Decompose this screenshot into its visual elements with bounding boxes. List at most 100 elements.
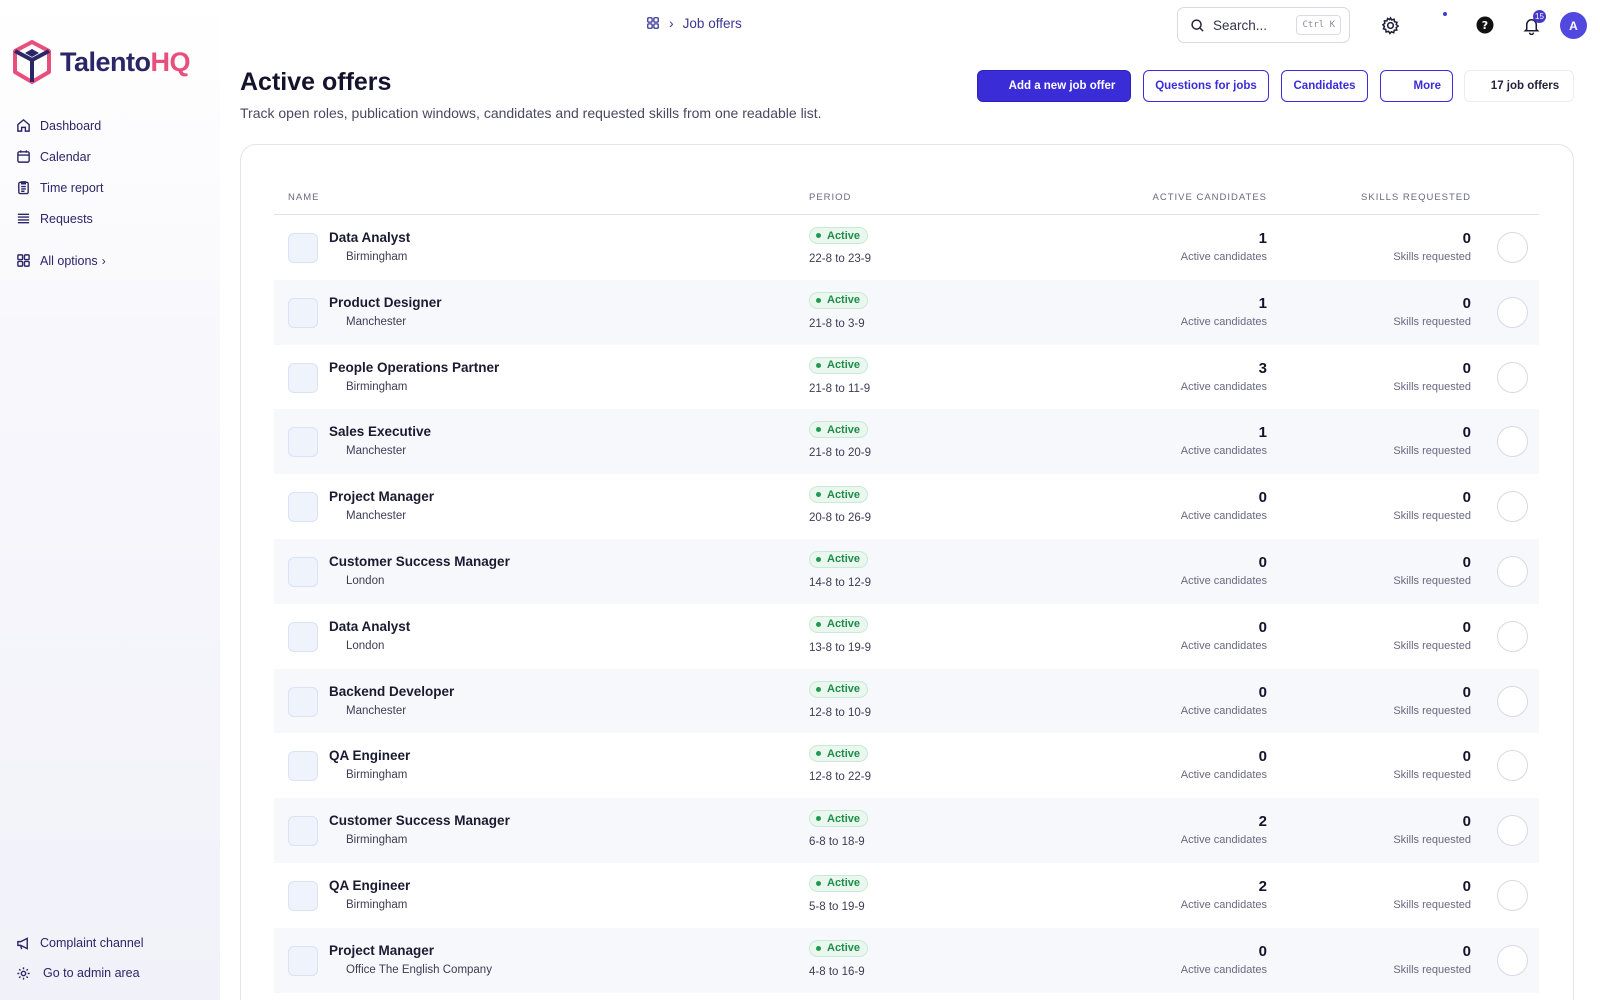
skills-requested-count: 0 [1462,942,1471,960]
job-title[interactable]: Sales Executive [329,424,431,439]
row-action-button[interactable] [1497,879,1528,911]
row-action-button[interactable] [1497,620,1528,652]
status-badge: Active [809,356,869,374]
sidebar-item-time-report[interactable]: Time report [16,172,106,203]
skills-requested-label: Skills requested [1393,574,1471,587]
status-label: Active [827,747,861,760]
help-button[interactable]: ? [1473,13,1497,37]
row-action-button[interactable] [1497,815,1528,847]
job-title[interactable]: Backend Developer [329,684,454,699]
job-title[interactable]: Data Analyst [329,230,410,245]
table-row[interactable]: Sales Executive Manchester Active 21-8 t… [274,409,1539,475]
job-title[interactable]: Project Manager [329,489,434,504]
status-dot-icon [816,945,821,951]
active-candidates-count: 0 [1258,748,1267,766]
job-location: Office The English Company [346,963,492,976]
row-action-button[interactable] [1497,944,1528,976]
skills-requested-count: 0 [1462,424,1471,442]
job-title[interactable]: QA Engineer [329,878,410,893]
sidebar-item-complaint-channel[interactable]: Complaint channel [16,928,144,958]
row-action-button[interactable] [1497,491,1528,523]
row-checkbox[interactable] [288,816,318,847]
job-offers-table-card: NAME PERIOD ACTIVE CANDIDATES SKILLS REQ… [240,144,1574,1000]
row-action-button[interactable] [1497,685,1528,717]
questions-for-jobs-button[interactable]: Questions for jobs [1143,70,1269,102]
job-title[interactable]: Data Analyst [329,619,410,634]
job-title[interactable]: People Operations Partner [329,360,499,375]
row-checkbox[interactable] [288,686,318,717]
table-row[interactable]: People Operations Partner Birmingham Act… [274,345,1539,410]
job-period: 6-8 to 18-9 [809,836,865,849]
sidebar-item-calendar[interactable]: Calendar [16,141,106,172]
row-checkbox[interactable] [288,556,318,587]
job-title[interactable]: Customer Success Manager [329,813,510,828]
chevron-right-icon: › [101,253,106,268]
status-label: Active [827,294,861,307]
candidates-button[interactable]: Candidates [1281,70,1368,102]
job-title[interactable]: Project Manager [329,943,434,958]
row-action-button[interactable] [1497,426,1528,458]
table-row[interactable]: QA Engineer Birmingham Active 5-8 to 19-… [274,863,1539,928]
status-dot-icon [816,816,821,822]
search-icon [1191,18,1204,32]
row-checkbox[interactable] [288,233,318,263]
job-title[interactable]: Product Designer [329,295,442,310]
table-row[interactable]: Project Manager Manchester Active 20-8 t… [274,474,1539,539]
row-action-button[interactable] [1497,361,1528,393]
sidebar-item-requests[interactable]: Requests [16,203,106,234]
row-checkbox[interactable] [288,621,318,652]
page-title: Active offers [240,68,392,96]
job-title[interactable]: Customer Success Manager [329,554,510,569]
more-button[interactable]: More [1380,70,1453,102]
breadcrumb-current[interactable]: Job offers [683,16,742,31]
job-title[interactable]: QA Engineer [329,748,410,763]
row-checkbox[interactable] [288,751,318,782]
status-dot-icon [816,297,821,303]
skills-requested-count: 0 [1462,489,1471,507]
add-job-offer-button[interactable]: Add a new job offer [977,70,1131,102]
column-header-name[interactable]: NAME [288,192,319,203]
sidebar-item-admin-area[interactable]: Go to admin area [16,958,144,988]
grid-icon[interactable] [646,16,660,30]
skills-requested-count: 0 [1462,877,1471,895]
column-header-skills-requested[interactable]: SKILLS REQUESTED [1361,192,1471,203]
job-location: Manchester [346,510,407,523]
skills-requested-label: Skills requested [1393,769,1471,782]
row-checkbox[interactable] [288,945,318,976]
row-checkbox[interactable] [288,492,318,523]
skills-requested-count: 0 [1462,683,1471,701]
table-row[interactable]: Project Manager Office The English Compa… [274,927,1539,993]
table-row[interactable]: Product Designer Manchester Active 21-8 … [274,279,1539,345]
search-shortcut: Ctrl K [1296,15,1341,35]
row-checkbox[interactable] [288,362,318,393]
status-badge: Active [809,291,869,309]
sidebar-item-all-options[interactable]: All options › [16,245,106,276]
search-input[interactable]: Search... Ctrl K [1177,7,1350,43]
row-action-button[interactable] [1497,296,1528,328]
sidebar-bottom: Complaint channel Go to admin area [16,928,144,988]
column-header-period[interactable]: PERIOD [809,192,851,203]
table-row[interactable]: Backend Developer Manchester Active 12-8… [274,668,1539,734]
row-checkbox[interactable] [288,427,318,458]
row-checkbox[interactable] [288,880,318,911]
row-action-button[interactable] [1497,555,1528,587]
sidebar-item-dashboard[interactable]: Dashboard [16,110,106,141]
active-candidates-label: Active candidates [1180,639,1267,652]
settings-button[interactable] [1378,13,1402,37]
table-row[interactable]: Customer Success Manager Birmingham Acti… [274,798,1539,863]
table-row[interactable]: Data Analyst London Active 13-8 to 19-9 … [274,604,1539,669]
skills-requested-count: 0 [1462,359,1471,377]
skills-requested-count: 0 [1462,553,1471,571]
column-header-active-candidates[interactable]: ACTIVE CANDIDATES [1153,192,1267,203]
row-action-button[interactable] [1497,232,1528,263]
job-location: Manchester [346,704,407,717]
table-row[interactable]: Customer Success Manager London Active 1… [274,538,1539,604]
table-row[interactable]: Data Analyst Birmingham Active 22-8 to 2… [274,215,1539,280]
avatar[interactable]: A [1560,12,1587,39]
table-row[interactable]: QA Engineer Birmingham Active 12-8 to 22… [274,733,1539,798]
sidebar-item-label: Go to admin area [43,966,140,980]
row-action-button[interactable] [1497,750,1528,782]
row-checkbox[interactable] [288,297,318,328]
brand-name-part2: HQ [150,46,191,77]
status-label: Active [827,942,861,955]
